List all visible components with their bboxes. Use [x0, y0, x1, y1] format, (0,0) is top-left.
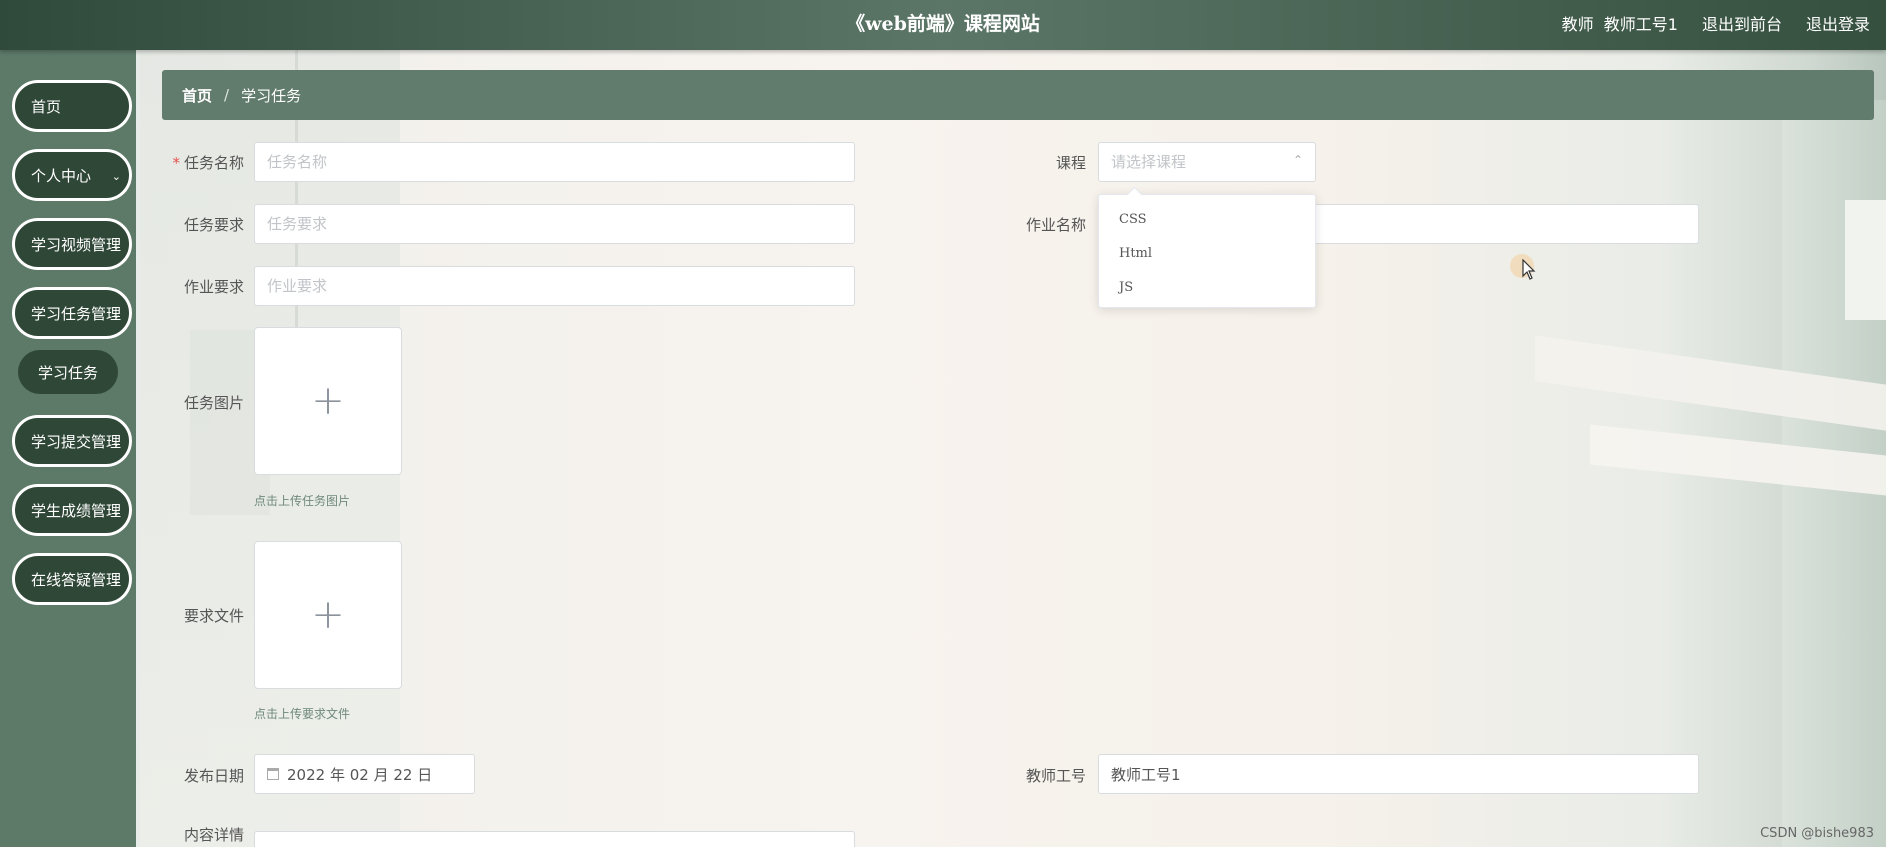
sidebar: 首页 个人中心 ⌄ 学习视频管理 ⌄ 学习任务管理 ⌄ 学习任务 学习提交管理 … — [0, 50, 140, 847]
user-name: 教师工号1 — [1603, 15, 1678, 34]
sidebar-subitem-label: 学习任务 — [37, 363, 98, 382]
sidebar-item-label: 个人中心 — [31, 166, 92, 185]
task-image-tip: 点击上传任务图片 — [254, 494, 351, 508]
watermark: CSDN @bishe983 — [1760, 826, 1874, 841]
chevron-down-icon: ⌄ — [111, 436, 121, 449]
chevron-down-icon: ⌄ — [111, 574, 121, 587]
sidebar-item-label: 学习任务管理 — [31, 304, 122, 323]
course-option-js[interactable]: JS — [1099, 271, 1315, 305]
content-detail-label: 内容详情 — [183, 826, 244, 844]
chevron-down-icon: ⌄ — [111, 308, 121, 321]
course-label: 课程 — [1055, 154, 1086, 172]
course-select[interactable]: ⌃ — [1098, 142, 1316, 182]
breadcrumb-home[interactable]: 首页 — [182, 85, 212, 106]
course-option-css[interactable]: CSS — [1099, 203, 1315, 237]
sidebar-item-personal-center[interactable]: 个人中心 ⌄ — [12, 149, 132, 201]
sidebar-subitem-learning-task[interactable]: 学习任务 — [18, 350, 118, 394]
background-decoration — [1845, 200, 1886, 320]
sidebar-item-label: 学习提交管理 — [31, 432, 122, 451]
publish-date-picker[interactable]: 2022 年 02 月 22 日 — [254, 754, 475, 794]
sidebar-item-label: 首页 — [31, 97, 62, 116]
sidebar-item-task-management[interactable]: 学习任务管理 ⌄ — [12, 287, 132, 339]
sidebar-item-video-management[interactable]: 学习视频管理 ⌄ — [12, 218, 132, 270]
sidebar-item-label: 在线答疑管理 — [31, 570, 122, 589]
task-name-field[interactable] — [254, 142, 855, 182]
top-bar: 《web前端》课程网站 教师 教师工号1 退出到前台 退出登录 — [0, 0, 1886, 50]
breadcrumb-separator: / — [224, 86, 230, 104]
homework-requirement-input[interactable] — [267, 277, 842, 295]
task-image-upload[interactable]: + — [254, 327, 402, 475]
task-image-label: 任务图片 — [183, 394, 244, 412]
logout-link[interactable]: 退出登录 — [1806, 11, 1870, 35]
breadcrumb-current: 学习任务 — [241, 86, 302, 105]
homework-requirement-field[interactable] — [254, 266, 855, 306]
mouse-cursor-icon — [1522, 259, 1536, 280]
homework-name-label: 作业名称 — [1025, 216, 1086, 234]
user-info: 教师 教师工号1 — [1562, 11, 1678, 35]
teacher-id-label: 教师工号 — [1025, 767, 1086, 785]
exit-to-front-link[interactable]: 退出到前台 — [1702, 11, 1782, 35]
sidebar-item-label: 学生成绩管理 — [31, 501, 122, 520]
course-option-html[interactable]: Html — [1099, 237, 1315, 271]
task-requirement-input[interactable] — [267, 215, 842, 233]
task-requirement-field[interactable] — [254, 204, 855, 244]
publish-date-value: 2022 年 02 月 22 日 — [287, 765, 433, 784]
teacher-id-value: 教师工号1 — [1111, 765, 1181, 784]
sidebar-item-submission-management[interactable]: 学习提交管理 ⌄ — [12, 415, 132, 467]
sidebar-item-label: 学习视频管理 — [31, 235, 122, 254]
task-name-label: * 任务名称 — [172, 154, 244, 172]
user-actions: 教师 教师工号1 退出到前台 退出登录 — [1562, 11, 1870, 35]
chevron-down-icon: ⌄ — [111, 505, 121, 518]
sidebar-item-home[interactable]: 首页 — [12, 80, 132, 132]
publish-date-label: 发布日期 — [183, 767, 244, 785]
task-name-input[interactable] — [267, 153, 842, 171]
course-dropdown: CSS Html JS — [1098, 194, 1316, 308]
chevron-down-icon: ⌄ — [111, 170, 121, 183]
breadcrumb: 首页 / 学习任务 — [162, 70, 1874, 120]
homework-requirement-label: 作业要求 — [183, 278, 244, 296]
task-requirement-label: 任务要求 — [183, 216, 244, 234]
content-detail-editor[interactable] — [254, 831, 855, 847]
teacher-id-field[interactable]: 教师工号1 — [1098, 754, 1699, 794]
course-select-input[interactable] — [1111, 153, 1303, 171]
sidebar-divider — [136, 50, 140, 847]
plus-icon: + — [311, 592, 345, 638]
user-role: 教师 — [1561, 15, 1594, 34]
chevron-down-icon: ⌄ — [111, 239, 121, 252]
plus-icon: + — [311, 378, 345, 424]
chevron-up-icon: ⌃ — [1292, 153, 1303, 167]
requirement-file-tip: 点击上传要求文件 — [254, 707, 351, 721]
requirement-file-label: 要求文件 — [183, 607, 244, 625]
sidebar-item-score-management[interactable]: 学生成绩管理 ⌄ — [12, 484, 132, 536]
calendar-icon — [267, 768, 279, 780]
sidebar-item-qa-management[interactable]: 在线答疑管理 ⌄ — [12, 553, 132, 605]
requirement-file-upload[interactable]: + — [254, 541, 402, 689]
required-mark: * — [172, 154, 180, 172]
